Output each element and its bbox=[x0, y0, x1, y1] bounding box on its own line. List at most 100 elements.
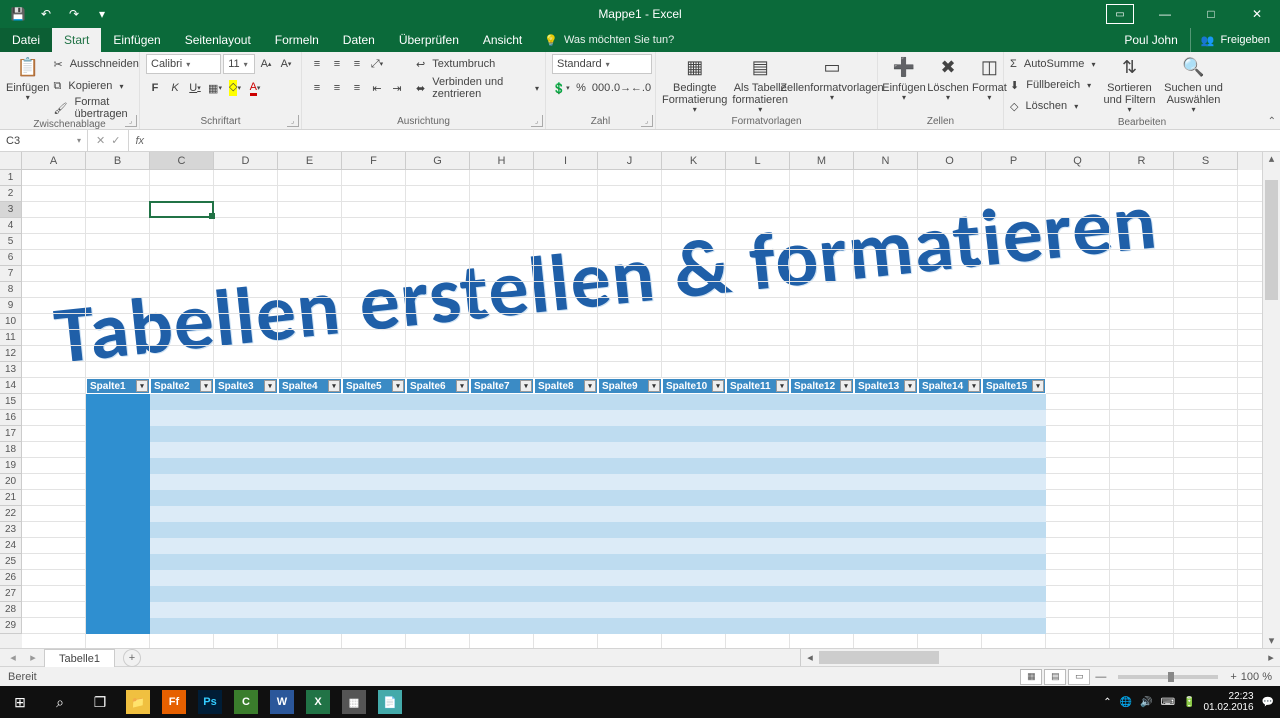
fill-handle[interactable] bbox=[209, 213, 215, 219]
font-color-button[interactable]: A▾ bbox=[246, 79, 264, 97]
table-row[interactable] bbox=[150, 538, 1046, 554]
taskbar-app-word[interactable]: W bbox=[264, 686, 300, 718]
column-header[interactable]: L bbox=[726, 152, 790, 170]
table-header-cell[interactable]: Spalte5▾ bbox=[342, 378, 406, 394]
filter-button[interactable]: ▾ bbox=[904, 380, 916, 392]
column-header[interactable]: P bbox=[982, 152, 1046, 170]
column-header[interactable]: O bbox=[918, 152, 982, 170]
percent-button[interactable]: % bbox=[572, 79, 590, 97]
tell-me[interactable]: 💡 Was möchten Sie tun? bbox=[534, 28, 684, 52]
row-header[interactable]: 13 bbox=[0, 362, 22, 378]
row-header[interactable]: 14 bbox=[0, 378, 22, 394]
tab-file[interactable]: Datei bbox=[0, 28, 52, 52]
align-center-button[interactable]: ≡ bbox=[328, 79, 346, 97]
taskbar-app-calc[interactable]: ▦ bbox=[336, 686, 372, 718]
column-header[interactable]: A bbox=[22, 152, 86, 170]
table-header-cell[interactable]: Spalte7▾ bbox=[470, 378, 534, 394]
accounting-button[interactable]: 💲▾ bbox=[552, 79, 570, 97]
enter-formula-button[interactable]: ✓ bbox=[111, 134, 120, 147]
table-row[interactable] bbox=[150, 394, 1046, 410]
clipboard-launcher[interactable]: ⌟ bbox=[125, 115, 137, 127]
tab-formeln[interactable]: Formeln bbox=[263, 28, 331, 52]
row-header[interactable]: 28 bbox=[0, 602, 22, 618]
font-name-combo[interactable]: Calibri▾ bbox=[146, 54, 221, 74]
decrease-indent-button[interactable]: ⇤ bbox=[368, 79, 386, 97]
align-middle-button[interactable]: ≡ bbox=[328, 55, 346, 73]
column-header[interactable]: N bbox=[854, 152, 918, 170]
row-header[interactable]: 1 bbox=[0, 170, 22, 186]
bold-button[interactable]: F bbox=[146, 79, 164, 97]
name-box[interactable]: C3▾ bbox=[0, 130, 88, 151]
column-header[interactable]: G bbox=[406, 152, 470, 170]
column-header[interactable]: C bbox=[150, 152, 214, 170]
cut-button[interactable]: ✂ Ausschneiden bbox=[53, 54, 138, 74]
tab-nav-prev[interactable]: ◂ bbox=[4, 651, 22, 664]
copy-button[interactable]: ⧉ Kopieren ▾ bbox=[53, 76, 138, 96]
column-header[interactable]: I bbox=[534, 152, 598, 170]
column-header[interactable]: K bbox=[662, 152, 726, 170]
table-header-cell[interactable]: Spalte11▾ bbox=[726, 378, 790, 394]
filter-button[interactable]: ▾ bbox=[328, 380, 340, 392]
battery-icon[interactable]: 🔋 bbox=[1183, 697, 1195, 708]
wrap-text-button[interactable]: ↩ Textumbruch bbox=[416, 54, 539, 74]
number-format-combo[interactable]: Standard▾ bbox=[552, 54, 652, 74]
taskbar-app-firefox[interactable]: Ff bbox=[156, 686, 192, 718]
ribbon-display-options[interactable]: ▭ bbox=[1106, 4, 1134, 24]
vertical-scrollbar-thumb[interactable] bbox=[1265, 180, 1278, 300]
filter-button[interactable]: ▾ bbox=[392, 380, 404, 392]
row-header[interactable]: 23 bbox=[0, 522, 22, 538]
language-icon[interactable]: ⌨ bbox=[1161, 697, 1175, 708]
align-right-button[interactable]: ≡ bbox=[348, 79, 366, 97]
share-button[interactable]: 👥 Freigeben bbox=[1190, 28, 1280, 52]
filter-button[interactable]: ▾ bbox=[136, 380, 148, 392]
autosum-button[interactable]: Σ AutoSumme ▾ bbox=[1010, 54, 1095, 74]
filter-button[interactable]: ▾ bbox=[520, 380, 532, 392]
table-header-cell[interactable]: Spalte3▾ bbox=[214, 378, 278, 394]
filter-button[interactable]: ▾ bbox=[840, 380, 852, 392]
table-header-cell[interactable]: Spalte9▾ bbox=[598, 378, 662, 394]
row-header[interactable]: 20 bbox=[0, 474, 22, 490]
tab-nav-next[interactable]: ▸ bbox=[24, 651, 42, 664]
merge-center-button[interactable]: ⬌ Verbinden und zentrieren ▾ bbox=[416, 78, 539, 98]
table-header-cell[interactable]: Spalte10▾ bbox=[662, 378, 726, 394]
fill-color-button[interactable]: ◇▾ bbox=[226, 79, 244, 97]
row-header[interactable]: 25 bbox=[0, 554, 22, 570]
increase-decimal-button[interactable]: .0→ bbox=[612, 79, 630, 97]
number-launcher[interactable]: ⌟ bbox=[641, 115, 653, 127]
comma-button[interactable]: 000 bbox=[592, 79, 610, 97]
find-select-button[interactable]: 🔍Suchen und Auswählen▾ bbox=[1163, 54, 1223, 115]
column-header[interactable]: M bbox=[790, 152, 854, 170]
taskbar-app-excel[interactable]: X bbox=[300, 686, 336, 718]
row-header[interactable]: 12 bbox=[0, 346, 22, 362]
zoom-level[interactable]: 100 % bbox=[1241, 671, 1272, 683]
zoom-out-button[interactable]: — bbox=[1095, 671, 1106, 683]
horizontal-scrollbar-thumb[interactable] bbox=[819, 651, 939, 664]
table-header-cell[interactable]: Spalte6▾ bbox=[406, 378, 470, 394]
table-row[interactable] bbox=[150, 554, 1046, 570]
row-header[interactable]: 11 bbox=[0, 330, 22, 346]
tray-overflow-icon[interactable]: ⌃ bbox=[1103, 697, 1111, 708]
shrink-font-button[interactable]: A▾ bbox=[277, 55, 295, 73]
network-icon[interactable]: 🌐 bbox=[1120, 697, 1132, 708]
tab-ansicht[interactable]: Ansicht bbox=[471, 28, 534, 52]
collapse-ribbon-button[interactable]: ⌃ bbox=[1268, 116, 1276, 127]
column-header[interactable]: Q bbox=[1046, 152, 1110, 170]
row-header[interactable]: 17 bbox=[0, 426, 22, 442]
row-header[interactable]: 7 bbox=[0, 266, 22, 282]
format-cells-button[interactable]: ◫Format▾ bbox=[972, 54, 1007, 103]
grow-font-button[interactable]: A▴ bbox=[257, 55, 275, 73]
filter-button[interactable]: ▾ bbox=[1032, 380, 1044, 392]
signed-in-user[interactable]: Poul John bbox=[1112, 28, 1189, 52]
undo-button[interactable]: ↶ bbox=[34, 3, 58, 25]
table-row[interactable] bbox=[150, 426, 1046, 442]
row-header[interactable]: 10 bbox=[0, 314, 22, 330]
start-button[interactable]: ⊞ bbox=[0, 686, 40, 718]
paste-button[interactable]: 📋 Einfügen▾ bbox=[6, 54, 49, 103]
align-left-button[interactable]: ≡ bbox=[308, 79, 326, 97]
filter-button[interactable]: ▾ bbox=[776, 380, 788, 392]
row-header[interactable]: 27 bbox=[0, 586, 22, 602]
taskbar-app-camtasia[interactable]: C bbox=[228, 686, 264, 718]
column-header[interactable]: E bbox=[278, 152, 342, 170]
vertical-scrollbar[interactable]: ▴ ▾ bbox=[1262, 152, 1280, 648]
insert-cells-button[interactable]: ➕Einfügen▾ bbox=[884, 54, 924, 103]
